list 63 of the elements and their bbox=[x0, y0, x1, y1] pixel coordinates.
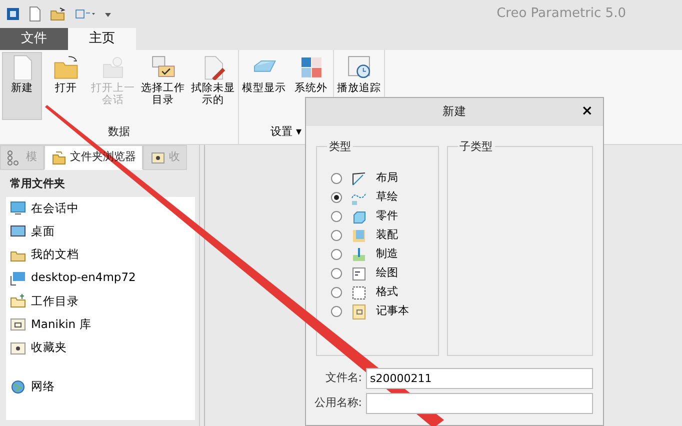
app-icon[interactable] bbox=[6, 7, 20, 21]
open-folder-icon bbox=[53, 54, 79, 80]
folders-icon bbox=[51, 150, 67, 166]
clock-screen-icon bbox=[346, 54, 372, 80]
folder-plus-icon bbox=[10, 293, 26, 310]
ribbon-tab[interactable]: 主页 bbox=[68, 28, 136, 50]
text-field[interactable]: s20000211 bbox=[366, 368, 593, 389]
radio-button[interactable] bbox=[331, 211, 342, 222]
favorites-icon bbox=[150, 150, 166, 166]
ribbon-button[interactable]: 模型显示 bbox=[241, 52, 287, 120]
ribbon-button[interactable]: 选择工作目录 bbox=[140, 52, 186, 120]
radio-button[interactable] bbox=[331, 173, 342, 184]
ribbon-button[interactable]: 新建 bbox=[2, 52, 42, 120]
radio-button[interactable] bbox=[331, 249, 342, 260]
folder-check-icon bbox=[150, 54, 176, 80]
globe-icon bbox=[10, 378, 26, 395]
ribbon-tab[interactable]: 文件 bbox=[0, 28, 68, 50]
folder-item[interactable]: 网络 bbox=[6, 375, 195, 398]
radio-button[interactable] bbox=[331, 287, 342, 298]
open-folder-icon[interactable] bbox=[50, 7, 66, 21]
field-label: 公用名称: bbox=[313, 395, 362, 412]
computer-icon bbox=[10, 270, 26, 286]
type-option[interactable]: 零件 bbox=[331, 207, 398, 226]
folder-item[interactable]: 桌面 bbox=[6, 220, 195, 243]
library-icon bbox=[10, 316, 26, 332]
session-folder-icon bbox=[100, 54, 126, 80]
manufacturing-icon bbox=[351, 246, 367, 262]
radio-button[interactable] bbox=[331, 230, 342, 241]
section-heading: 常用文件夹 bbox=[6, 170, 195, 196]
text-field[interactable] bbox=[366, 393, 593, 414]
folder-item[interactable]: 我的文档 bbox=[6, 243, 195, 266]
type-option[interactable]: 绘图 bbox=[331, 264, 398, 283]
drawing-icon bbox=[351, 266, 367, 282]
type-option[interactable]: 记事本 bbox=[331, 302, 409, 321]
close-button[interactable]: × bbox=[579, 103, 595, 119]
type-option[interactable]: 格式 bbox=[331, 283, 398, 302]
window-title: Creo Parametric 5.0 bbox=[496, 5, 626, 24]
group-label: 数据 bbox=[107, 124, 131, 140]
type-option[interactable]: 制造 bbox=[331, 245, 398, 264]
new-file-icon[interactable] bbox=[28, 6, 42, 22]
type-option[interactable]: 布局 bbox=[331, 169, 398, 188]
folder-item[interactable]: 在会话中 bbox=[6, 196, 195, 220]
dialog-title: 新建 bbox=[442, 103, 466, 120]
radio-button[interactable] bbox=[331, 268, 342, 279]
type-option[interactable]: 草绘 bbox=[331, 188, 398, 207]
notebook-icon bbox=[351, 304, 367, 320]
type-option[interactable]: 装配 bbox=[331, 226, 398, 245]
field-label: 文件名: bbox=[324, 370, 362, 386]
screen-icon bbox=[10, 200, 26, 216]
folder-item[interactable]: desktop-en4mp72 bbox=[6, 266, 195, 290]
ribbon-button[interactable]: 打开 bbox=[46, 52, 86, 120]
layout-icon bbox=[351, 170, 367, 186]
folder-item[interactable]: 收藏夹 bbox=[6, 336, 195, 360]
format-icon bbox=[351, 284, 367, 300]
cube-icon bbox=[351, 208, 367, 224]
folder-item[interactable]: 工作目录 bbox=[6, 290, 195, 313]
radio-button[interactable] bbox=[331, 192, 342, 203]
ribbon-button[interactable]: 拭除未显示的 bbox=[190, 52, 236, 120]
assembly-icon bbox=[351, 228, 367, 244]
radio-button[interactable] bbox=[331, 306, 342, 317]
favorites-icon bbox=[10, 340, 26, 356]
desktop-icon bbox=[10, 223, 26, 240]
folder-item[interactable]: Manikin 库 bbox=[6, 312, 195, 336]
